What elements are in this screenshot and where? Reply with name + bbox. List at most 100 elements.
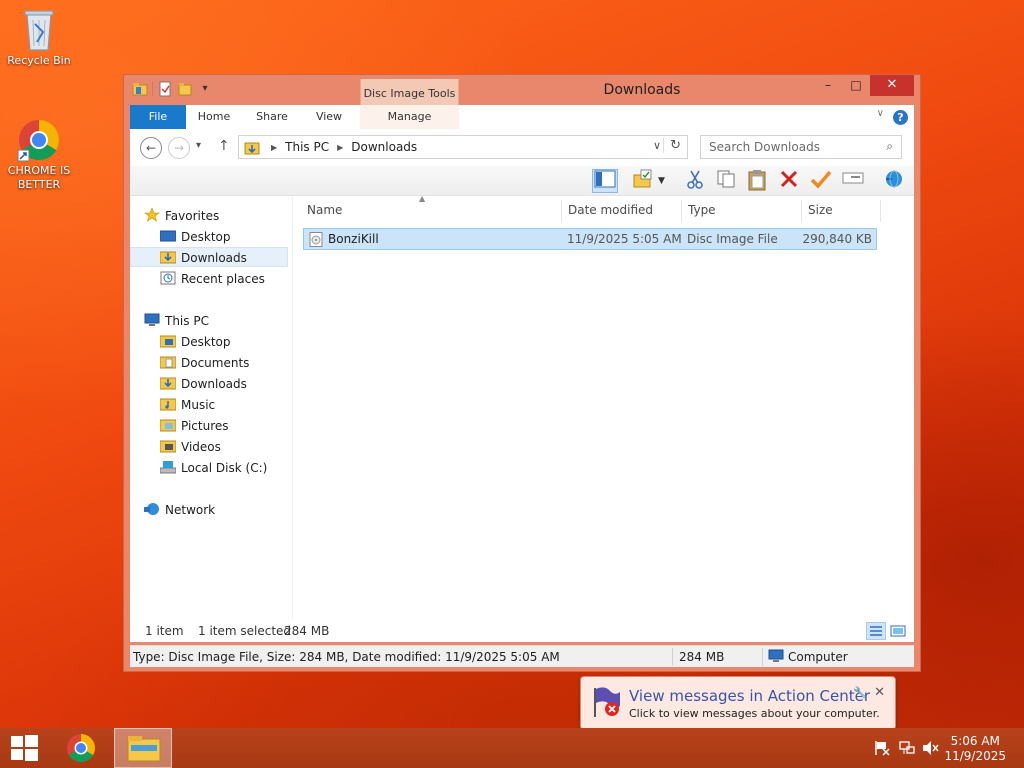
chrome-icon [67,734,95,762]
nav-pc-pictures[interactable]: Pictures [159,416,229,436]
minimize-button[interactable]: – [814,75,842,96]
copy-icon[interactable] [713,169,739,193]
nav-label: Videos [181,440,221,454]
breadcrumb-chevron-icon[interactable]: ▶ [271,143,277,152]
nav-pc-local-disk[interactable]: Local Disk (C:) [159,458,267,478]
wrench-icon[interactable]: 🔧 [853,686,867,699]
status-bar: 1 item 1 item selected 284 MB [130,620,914,642]
nav-label: Downloads [181,251,247,265]
cut-icon[interactable] [682,169,708,193]
nav-pc-music[interactable]: Music [159,395,215,415]
tab-home[interactable]: Home [192,105,236,129]
nav-label: This PC [165,314,209,328]
delete-icon[interactable] [776,169,802,193]
tab-share[interactable]: Share [250,105,294,129]
details-location: Computer [788,650,848,664]
nav-pc-documents[interactable]: Documents [159,353,249,373]
explorer-window: ▾ Disc Image Tools Downloads – □ ✕ File … [123,74,921,672]
rename-icon[interactable] [840,169,866,193]
address-dropdown-icon[interactable]: ∨ [653,139,661,152]
nav-label: Network [165,503,216,517]
nav-favorites-recent-places[interactable]: Recent places [160,269,265,289]
action-center-tray-icon[interactable] [873,740,891,756]
recent-locations-button[interactable]: ▾ [196,140,201,151]
taskbar-chrome-button[interactable] [58,728,104,768]
desktop-icon-chrome[interactable]: CHROME IS BETTER [1,116,77,192]
action-center-notification[interactable]: View messages in Action Center 🔧 ✕ Click… [580,676,896,739]
nav-favorites-desktop[interactable]: Desktop [159,227,231,247]
search-icon[interactable]: ⌕ [886,139,893,154]
details-view-icon[interactable] [866,622,886,640]
taskbar: 5:06 AM 11/9/2025 [0,728,1024,768]
taskbar-explorer-button[interactable] [114,728,172,768]
paste-icon[interactable] [744,169,770,193]
column-divider[interactable] [880,200,881,222]
forward-button[interactable]: → [168,137,190,159]
nav-pc-desktop[interactable]: Desktop [159,332,231,352]
notification-text: Click to view messages about your comput… [629,707,880,720]
action-center-flag-icon [591,685,623,719]
nav-pc-downloads[interactable]: Downloads [159,374,247,394]
folder-options-dropdown-icon[interactable]: ▼ [658,176,665,186]
recent-places-icon [160,271,176,285]
rename-check-icon[interactable] [808,169,834,193]
breadcrumb-chevron-icon[interactable]: ▶ [337,143,343,152]
chrome-icon [17,116,61,162]
column-divider[interactable] [681,200,682,222]
nav-favorites[interactable]: Favorites [144,206,219,226]
folder-options-icon[interactable] [630,169,656,193]
nav-label: Pictures [181,419,229,433]
nav-label: Favorites [165,209,220,223]
back-button[interactable]: ← [140,137,162,159]
window-title: Downloads [603,82,681,98]
tab-file[interactable]: File [130,105,186,129]
breadcrumb-downloads[interactable]: Downloads [351,140,417,154]
desktop-icon [159,229,177,243]
search-input[interactable]: Search Downloads ⌕ [700,135,902,159]
address-field[interactable]: ▶ This PC ▶ Downloads ∨ ↻ [238,135,688,159]
large-icons-view-icon[interactable] [888,622,908,640]
selection-size: 284 MB [284,624,330,638]
column-size[interactable]: Size [808,203,833,217]
breadcrumb-this-pc[interactable]: This PC [285,140,329,154]
details-divider [762,648,763,666]
file-list: ▲ Name Date modified Type Size BonziKill… [295,194,914,642]
computer-icon [144,313,160,327]
notification-close-button[interactable]: ✕ [874,685,885,700]
details-text: Type: Disc Image File, Size: 284 MB, Dat… [133,650,560,664]
column-name[interactable]: Name [307,203,342,217]
network-globe-icon[interactable] [880,169,906,193]
close-button[interactable]: ✕ [870,75,914,96]
system-clock[interactable]: 5:06 AM 11/9/2025 [944,734,1006,764]
star-icon [144,207,160,222]
search-placeholder: Search Downloads [709,140,820,154]
desktop-icon-recycle-bin[interactable]: Recycle Bin [1,6,77,68]
start-button[interactable] [0,728,48,768]
network-tray-icon[interactable] [898,740,916,756]
column-divider[interactable] [561,200,562,222]
column-date-modified[interactable]: Date modified [568,203,653,217]
tab-manage[interactable]: Manage [360,105,459,129]
nav-label: Desktop [181,230,231,244]
refresh-icon[interactable]: ↻ [663,138,681,153]
file-date: 11/9/2025 5:05 AM [567,232,682,246]
details-divider [672,648,673,666]
volume-muted-icon[interactable] [922,740,940,756]
nav-network[interactable]: Network [144,500,215,520]
table-row[interactable]: BonziKill 11/9/2025 5:05 AM Disc Image F… [303,228,877,250]
nav-this-pc[interactable]: This PC [144,311,209,331]
collapse-ribbon-icon[interactable]: ∨ [877,108,884,119]
column-divider[interactable] [801,200,802,222]
help-icon[interactable]: ? [893,110,908,125]
preview-pane-icon[interactable] [592,169,618,193]
maximize-button[interactable]: □ [842,75,870,96]
tab-view[interactable]: View [308,105,350,129]
title-bar[interactable]: ▾ Disc Image Tools Downloads – □ ✕ [124,75,920,131]
nav-pc-videos[interactable]: Videos [159,437,221,457]
up-button[interactable]: ↑ [218,138,230,154]
column-type[interactable]: Type [688,203,716,217]
desktop-icon-label: CHROME IS BETTER [7,164,71,191]
drive-icon [159,460,177,474]
notification-title[interactable]: View messages in Action Center [629,687,870,705]
nav-favorites-downloads[interactable]: Downloads [130,247,288,267]
